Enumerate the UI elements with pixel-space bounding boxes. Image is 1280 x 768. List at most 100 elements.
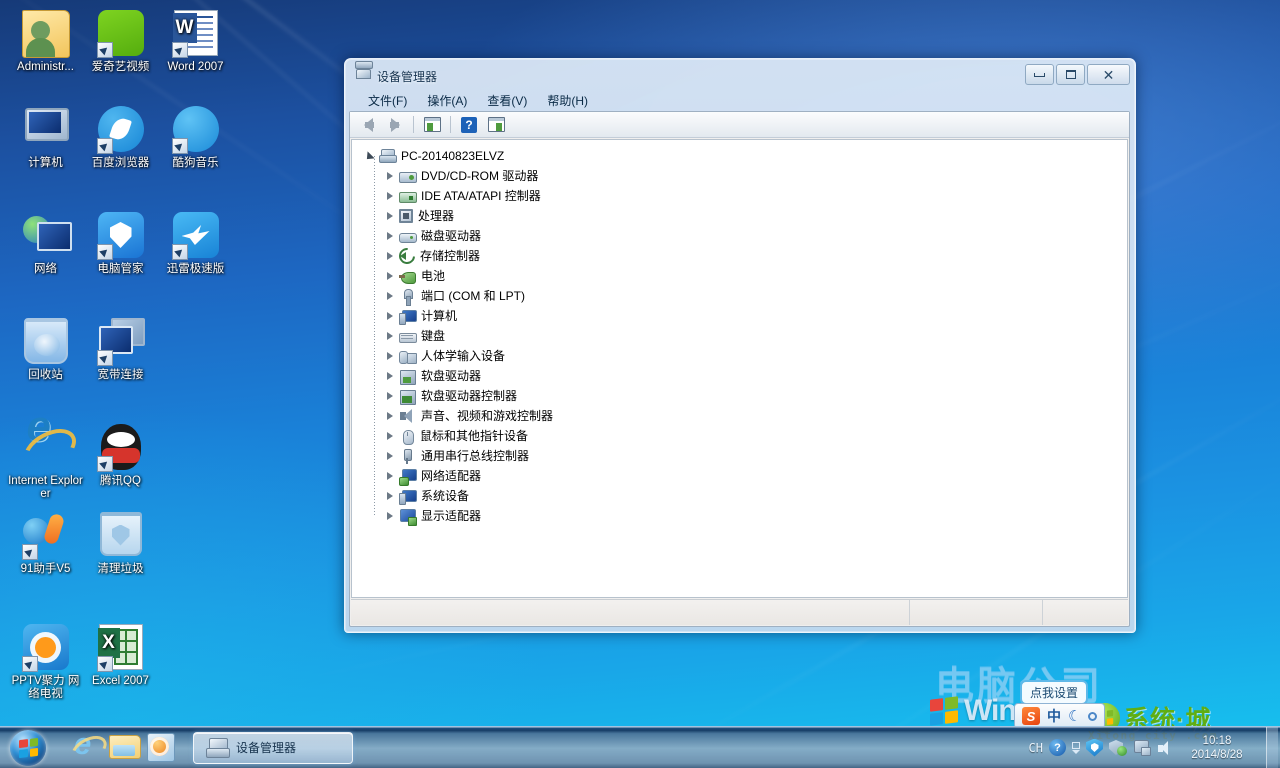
desktop-icon-11[interactable]: Internet Explorer bbox=[8, 424, 83, 501]
tree-row[interactable]: 网络适配器 bbox=[362, 466, 1127, 486]
desktop-icon-13[interactable]: 91助手V5 bbox=[8, 512, 83, 576]
forward-button[interactable] bbox=[383, 114, 407, 136]
tree-row[interactable]: 软盘驱动器 bbox=[362, 366, 1127, 386]
menu-help[interactable]: 帮助(H) bbox=[538, 90, 597, 111]
arrow-left-icon bbox=[364, 118, 373, 132]
chevron-right-icon[interactable] bbox=[384, 371, 395, 382]
chevron-right-icon[interactable] bbox=[384, 351, 395, 362]
tree-row[interactable]: 端口 (COM 和 LPT) bbox=[362, 286, 1127, 306]
desktop-icon-7[interactable]: 电脑管家 bbox=[83, 212, 158, 276]
tree-row[interactable]: 电池 bbox=[362, 266, 1127, 286]
tray-tencent-manager-icon[interactable] bbox=[1086, 739, 1103, 757]
tree-row[interactable]: 显示适配器 bbox=[362, 506, 1127, 526]
chevron-right-icon[interactable] bbox=[384, 271, 395, 282]
chevron-right-icon[interactable] bbox=[384, 311, 395, 322]
desktop-icon-9[interactable]: 回收站 bbox=[8, 318, 83, 382]
device-manager-window[interactable]: 设备管理器 ✕ 文件(F)操作(A)查看(V)帮助(H) ? PC-201408… bbox=[344, 58, 1136, 633]
maximize-button[interactable] bbox=[1056, 64, 1085, 85]
chevron-right-icon[interactable] bbox=[384, 251, 395, 262]
clock[interactable]: 10:18 2014/8/28 bbox=[1180, 734, 1258, 762]
window-titlebar[interactable]: 设备管理器 ✕ bbox=[349, 63, 1130, 89]
desktop-icon-10[interactable]: 宽带连接 bbox=[83, 318, 158, 382]
chevron-right-icon[interactable] bbox=[384, 231, 395, 242]
tree-row[interactable]: 磁盘驱动器 bbox=[362, 226, 1127, 246]
tree-row[interactable]: PC-20140823ELVZ bbox=[362, 146, 1127, 166]
chevron-right-icon[interactable] bbox=[384, 291, 395, 302]
chevron-right-icon[interactable] bbox=[384, 391, 395, 402]
desktop-icon-label: 清理垃圾 bbox=[83, 563, 158, 576]
desktop-icon-image bbox=[22, 424, 70, 472]
desktop-icon-5[interactable]: 酷狗音乐 bbox=[158, 106, 233, 170]
desktop-icon-1[interactable]: 爱奇艺视频 bbox=[83, 10, 158, 74]
menu-action[interactable]: 操作(A) bbox=[418, 90, 476, 111]
tree-row[interactable]: IDE ATA/ATAPI 控制器 bbox=[362, 186, 1127, 206]
tray-network-icon[interactable] bbox=[1133, 740, 1151, 756]
chevron-right-icon[interactable] bbox=[384, 331, 395, 342]
chevron-right-icon[interactable] bbox=[384, 431, 395, 442]
back-button[interactable] bbox=[356, 114, 380, 136]
quicklaunch-internet-explorer[interactable] bbox=[71, 732, 103, 764]
quicklaunch-windows-explorer[interactable] bbox=[109, 732, 141, 764]
question-mark-icon: ? bbox=[1049, 739, 1066, 756]
chevron-right-icon[interactable] bbox=[384, 171, 395, 182]
desktop-icon-8[interactable]: 迅雷极速版 bbox=[158, 212, 233, 276]
clean-icon bbox=[100, 512, 142, 556]
tray-security-center-icon[interactable] bbox=[1109, 739, 1127, 756]
start-button[interactable] bbox=[1, 728, 55, 768]
tree-row[interactable]: 计算机 bbox=[362, 306, 1127, 326]
tree-node-computer: 计算机 bbox=[421, 309, 457, 324]
desktop-icon-image bbox=[172, 106, 220, 154]
ime-mode-toggle[interactable]: 中 bbox=[1047, 706, 1061, 726]
menu-view[interactable]: 查看(V) bbox=[478, 90, 536, 111]
desktop-icon-image bbox=[22, 10, 70, 58]
tray-volume-icon[interactable] bbox=[1157, 740, 1174, 756]
tree-row[interactable]: 存储控制器 bbox=[362, 246, 1127, 266]
taskbar-button-device-manager[interactable]: 设备管理器 bbox=[193, 732, 353, 764]
device-tree-pane[interactable]: PC-20140823ELVZDVD/CD-ROM 驱动器IDE ATA/ATA… bbox=[351, 139, 1128, 598]
desktop-icon-14[interactable]: 清理垃圾 bbox=[83, 512, 158, 576]
tree-row[interactable]: 系统设备 bbox=[362, 486, 1127, 506]
quicklaunch-media-player[interactable] bbox=[147, 732, 179, 764]
ime-circle-icon[interactable] bbox=[1088, 712, 1097, 721]
desktop[interactable]: Administr...爱奇艺视频Word 2007计算机百度浏览器酷狗音乐网络… bbox=[0, 0, 1280, 768]
tree-row[interactable]: DVD/CD-ROM 驱动器 bbox=[362, 166, 1127, 186]
chevron-right-icon[interactable] bbox=[384, 451, 395, 462]
desktop-icon-4[interactable]: 百度浏览器 bbox=[83, 106, 158, 170]
desktop-icon-12[interactable]: 腾讯QQ bbox=[83, 424, 158, 488]
minimize-button[interactable] bbox=[1025, 64, 1054, 85]
chevron-right-icon[interactable] bbox=[384, 491, 395, 502]
chevron-right-icon[interactable] bbox=[384, 411, 395, 422]
desktop-icon-15[interactable]: PPTV聚力 网络电视 bbox=[8, 624, 83, 701]
desktop-icon-2[interactable]: Word 2007 bbox=[158, 10, 233, 74]
tree-node-keyboards: 键盘 bbox=[421, 329, 445, 344]
tree-row[interactable]: 软盘驱动器控制器 bbox=[362, 386, 1127, 406]
tree-row[interactable]: 声音、视频和游戏控制器 bbox=[362, 406, 1127, 426]
tree-row[interactable]: 键盘 bbox=[362, 326, 1127, 346]
device-category-icon bbox=[399, 449, 416, 464]
help-button[interactable]: ? bbox=[457, 114, 481, 136]
tree-row[interactable]: 处理器 bbox=[362, 206, 1127, 226]
desktop-icon-3[interactable]: 计算机 bbox=[8, 106, 83, 170]
menu-file[interactable]: 文件(F) bbox=[359, 90, 416, 111]
desktop-icon-0[interactable]: Administr... bbox=[8, 10, 83, 74]
show-hide-tree-button[interactable] bbox=[484, 114, 508, 136]
tree-row[interactable]: 人体学输入设备 bbox=[362, 346, 1127, 366]
tray-language-indicator[interactable]: CH bbox=[1029, 741, 1043, 755]
chevron-right-icon[interactable] bbox=[384, 191, 395, 202]
show-desktop-button[interactable] bbox=[1266, 727, 1278, 768]
moon-icon[interactable]: ☾ bbox=[1068, 707, 1081, 725]
chevron-right-icon[interactable] bbox=[384, 471, 395, 482]
tray-help-button[interactable]: ? bbox=[1049, 739, 1066, 756]
tree-row[interactable]: 通用串行总线控制器 bbox=[362, 446, 1127, 466]
desktop-icon-label: 百度浏览器 bbox=[83, 157, 158, 170]
desktop-icon-16[interactable]: Excel 2007 bbox=[83, 624, 158, 688]
tree-row[interactable]: 鼠标和其他指针设备 bbox=[362, 426, 1127, 446]
chevron-right-icon[interactable] bbox=[384, 511, 395, 522]
chevron-right-icon[interactable] bbox=[384, 211, 395, 222]
sogou-logo-icon[interactable]: S bbox=[1022, 707, 1040, 725]
properties-button[interactable] bbox=[420, 114, 444, 136]
shortcut-overlay-icon bbox=[172, 42, 188, 58]
desktop-icon-6[interactable]: 网络 bbox=[8, 212, 83, 276]
close-button[interactable]: ✕ bbox=[1087, 64, 1130, 85]
tray-show-hidden-icons-button[interactable] bbox=[1072, 742, 1080, 754]
